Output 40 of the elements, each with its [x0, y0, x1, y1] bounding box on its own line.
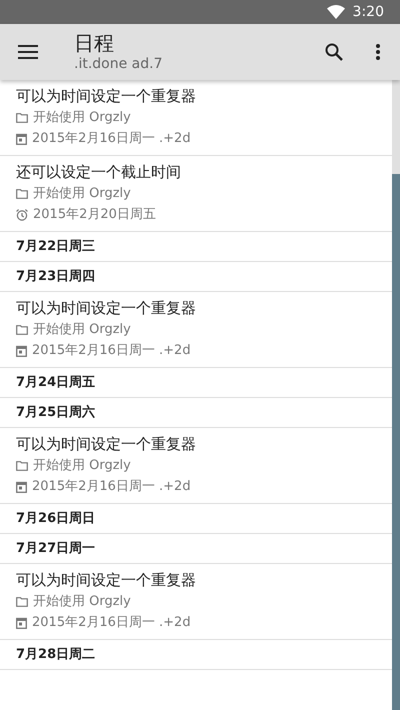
notebook-name: 开始使用 Orgzly: [33, 321, 131, 339]
folder-icon: [16, 112, 28, 122]
day-header: 7月25日周六: [16, 405, 96, 420]
calendar-icon: [16, 132, 27, 144]
alarm-clock-icon: [16, 208, 28, 220]
screen-title: 日程: [74, 31, 115, 55]
folder-icon: [16, 324, 28, 334]
folder-icon: [16, 596, 28, 606]
calendar-icon: [16, 616, 27, 628]
note-title: 还可以设定一个截止时间: [16, 162, 182, 183]
deadline-time: 2015年2月20日周五: [33, 206, 156, 224]
note-title: 可以为时间设定一个重复器: [16, 570, 197, 591]
wifi-icon: [326, 5, 345, 19]
day-header: 7月26日周日: [16, 511, 96, 526]
calendar-icon: [16, 344, 27, 356]
scrollbar[interactable]: [392, 80, 400, 710]
scheduled-time: 2015年2月16日周一 .+2d: [32, 130, 191, 148]
day-header: 7月22日周三: [16, 239, 96, 254]
notebook-name: 开始使用 Orgzly: [33, 185, 131, 203]
day-header: 7月28日周二: [16, 647, 96, 662]
folder-icon: [16, 188, 28, 198]
notebook-name: 开始使用 Orgzly: [33, 593, 131, 611]
day-header: 7月27日周一: [16, 541, 96, 556]
note-title: 可以为时间设定一个重复器: [16, 298, 197, 319]
note-title: 可以为时间设定一个重复器: [16, 434, 197, 455]
more-icon: [376, 44, 380, 60]
notebook-name: 开始使用 Orgzly: [33, 109, 131, 127]
menu-icon: [18, 45, 38, 59]
search-icon: [324, 42, 344, 62]
clock: 3:20: [352, 2, 384, 22]
scheduled-time: 2015年2月16日周一 .+2d: [32, 614, 191, 632]
folder-icon: [16, 460, 28, 470]
screen-subtitle: .it.done ad.7: [74, 55, 162, 73]
note-title: 可以为时间设定一个重复器: [16, 86, 197, 107]
notebook-name: 开始使用 Orgzly: [33, 457, 131, 475]
scheduled-time: 2015年2月16日周一 .+2d: [32, 478, 191, 496]
scheduled-time: 2015年2月16日周一 .+2d: [32, 342, 191, 360]
calendar-icon: [16, 480, 27, 492]
day-header: 7月24日周五: [16, 375, 96, 390]
day-header: 7月23日周四: [16, 269, 96, 284]
